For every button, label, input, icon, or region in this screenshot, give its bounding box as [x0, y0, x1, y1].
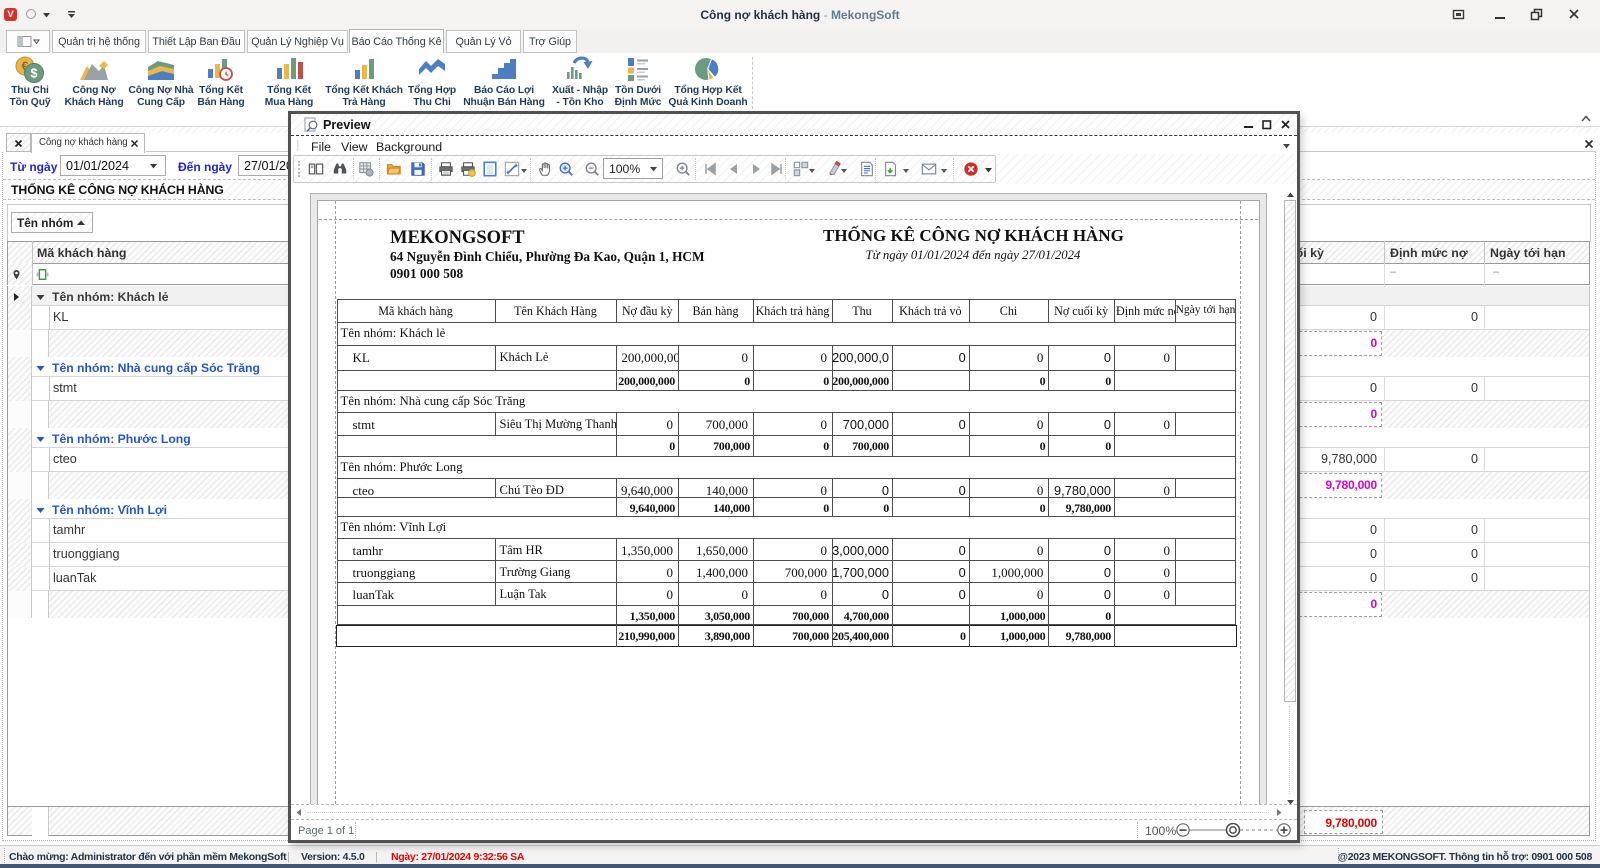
svg-text:$: $: [31, 67, 38, 81]
